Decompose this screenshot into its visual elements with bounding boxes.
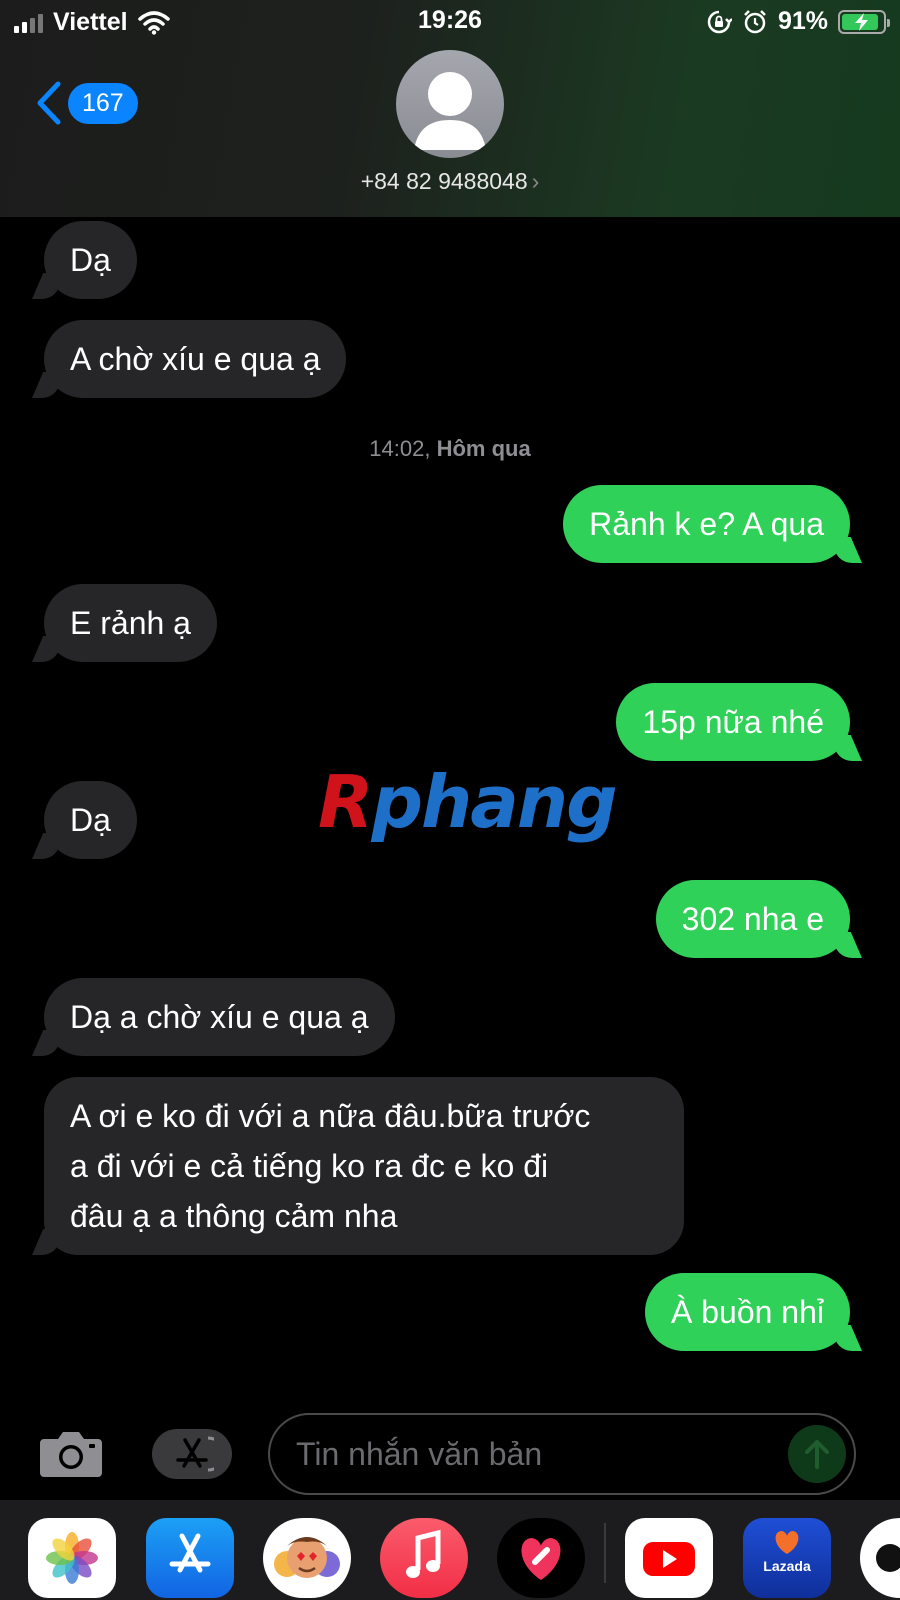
memoji-app-button[interactable]	[263, 1518, 351, 1598]
alarm-icon	[744, 9, 766, 33]
battery-charging-icon	[838, 9, 890, 34]
lazada-app-button[interactable]: Lazada	[743, 1518, 831, 1598]
more-app-icon	[876, 1544, 900, 1572]
message-text: A chờ xíu e qua ạ	[70, 341, 321, 377]
chevron-left-icon	[37, 81, 61, 125]
outgoing-message[interactable]: 15p nữa nhé	[616, 683, 850, 761]
unread-count-badge: 167	[68, 82, 138, 124]
imessage-app-drawer: Lazada	[0, 1500, 900, 1600]
outgoing-message[interactable]: Rảnh k e? A qua	[563, 485, 850, 563]
message-text: E rảnh ạ	[70, 605, 191, 641]
photos-app-button[interactable]	[28, 1518, 116, 1598]
music-app-button[interactable]	[380, 1518, 468, 1598]
message-text: À buồn nhỉ	[670, 1294, 824, 1330]
drawer-divider	[604, 1523, 606, 1583]
message-line: đâu ạ a thông cảm nha	[70, 1198, 398, 1234]
timestamp: 14:02, Hôm qua	[0, 436, 900, 462]
watermark-logo: Rphang	[318, 760, 618, 844]
composer-bar	[0, 1407, 900, 1497]
battery-percentage: 91%	[777, 7, 828, 35]
incoming-message[interactable]: Dạ a chờ xíu e qua ạ	[44, 978, 395, 1056]
music-note-icon	[406, 1529, 441, 1578]
timestamp-time: 14:02,	[369, 436, 431, 461]
timestamp-day: Hôm qua	[436, 436, 531, 461]
outgoing-message[interactable]: 302 nha e	[655, 880, 850, 958]
send-button[interactable]	[788, 1425, 846, 1483]
heart-sticker-icon	[521, 1538, 561, 1580]
contact-avatar[interactable]	[396, 50, 504, 158]
message-text: Dạ	[70, 802, 111, 838]
lazada-label: Lazada	[763, 1558, 811, 1574]
message-line: A ơi e ko đi với a nữa đâu.bữa trước	[70, 1098, 591, 1134]
arrow-up-icon	[805, 1440, 829, 1469]
back-button[interactable]: 167	[34, 80, 138, 126]
chevron-right-icon: ›	[531, 168, 540, 194]
youtube-app-button[interactable]	[625, 1518, 713, 1598]
message-line: a đi với e cả tiếng ko ra đc e ko đi	[70, 1148, 549, 1184]
status-bar: Viettel 19:26 91%	[0, 0, 900, 44]
contact-number: +84 82 9488048	[360, 168, 528, 194]
message-text: Rảnh k e? A qua	[589, 506, 824, 542]
person-icon	[414, 72, 486, 150]
app-store-app-button[interactable]	[146, 1518, 234, 1598]
outgoing-message[interactable]: À buồn nhỉ	[644, 1273, 850, 1351]
rotation-lock-icon	[707, 10, 732, 33]
watermark-text: phang	[371, 760, 617, 844]
message-input-field[interactable]	[268, 1413, 856, 1495]
contact-name-button[interactable]: +84 82 9488048 ›	[0, 168, 900, 195]
message-text: Dạ a chờ xíu e qua ạ	[70, 999, 369, 1035]
incoming-message[interactable]: Dạ	[44, 781, 137, 859]
memoji-icon	[274, 1537, 340, 1578]
photos-icon	[46, 1532, 98, 1584]
incoming-message[interactable]: A chờ xíu e qua ạ	[44, 320, 347, 398]
app-store-icon	[176, 1436, 214, 1472]
incoming-message[interactable]: E rảnh ạ	[44, 584, 217, 662]
message-text: 15p nữa nhé	[642, 704, 824, 740]
message-text: Dạ	[70, 242, 111, 278]
youtube-icon	[643, 1542, 695, 1576]
app-store-icon	[169, 1533, 211, 1573]
camera-icon[interactable]	[38, 1429, 104, 1479]
message-text: 302 nha e	[681, 901, 824, 937]
incoming-message[interactable]: A ơi e ko đi với a nữa đâu.bữa trước a đ…	[44, 1077, 684, 1255]
app-store-button[interactable]	[152, 1429, 232, 1479]
watermark-letter: R	[318, 760, 373, 844]
message-input[interactable]	[296, 1429, 766, 1479]
digital-touch-app-button[interactable]	[497, 1518, 585, 1598]
incoming-message[interactable]: Dạ	[44, 221, 137, 299]
more-app-button[interactable]	[860, 1518, 900, 1598]
